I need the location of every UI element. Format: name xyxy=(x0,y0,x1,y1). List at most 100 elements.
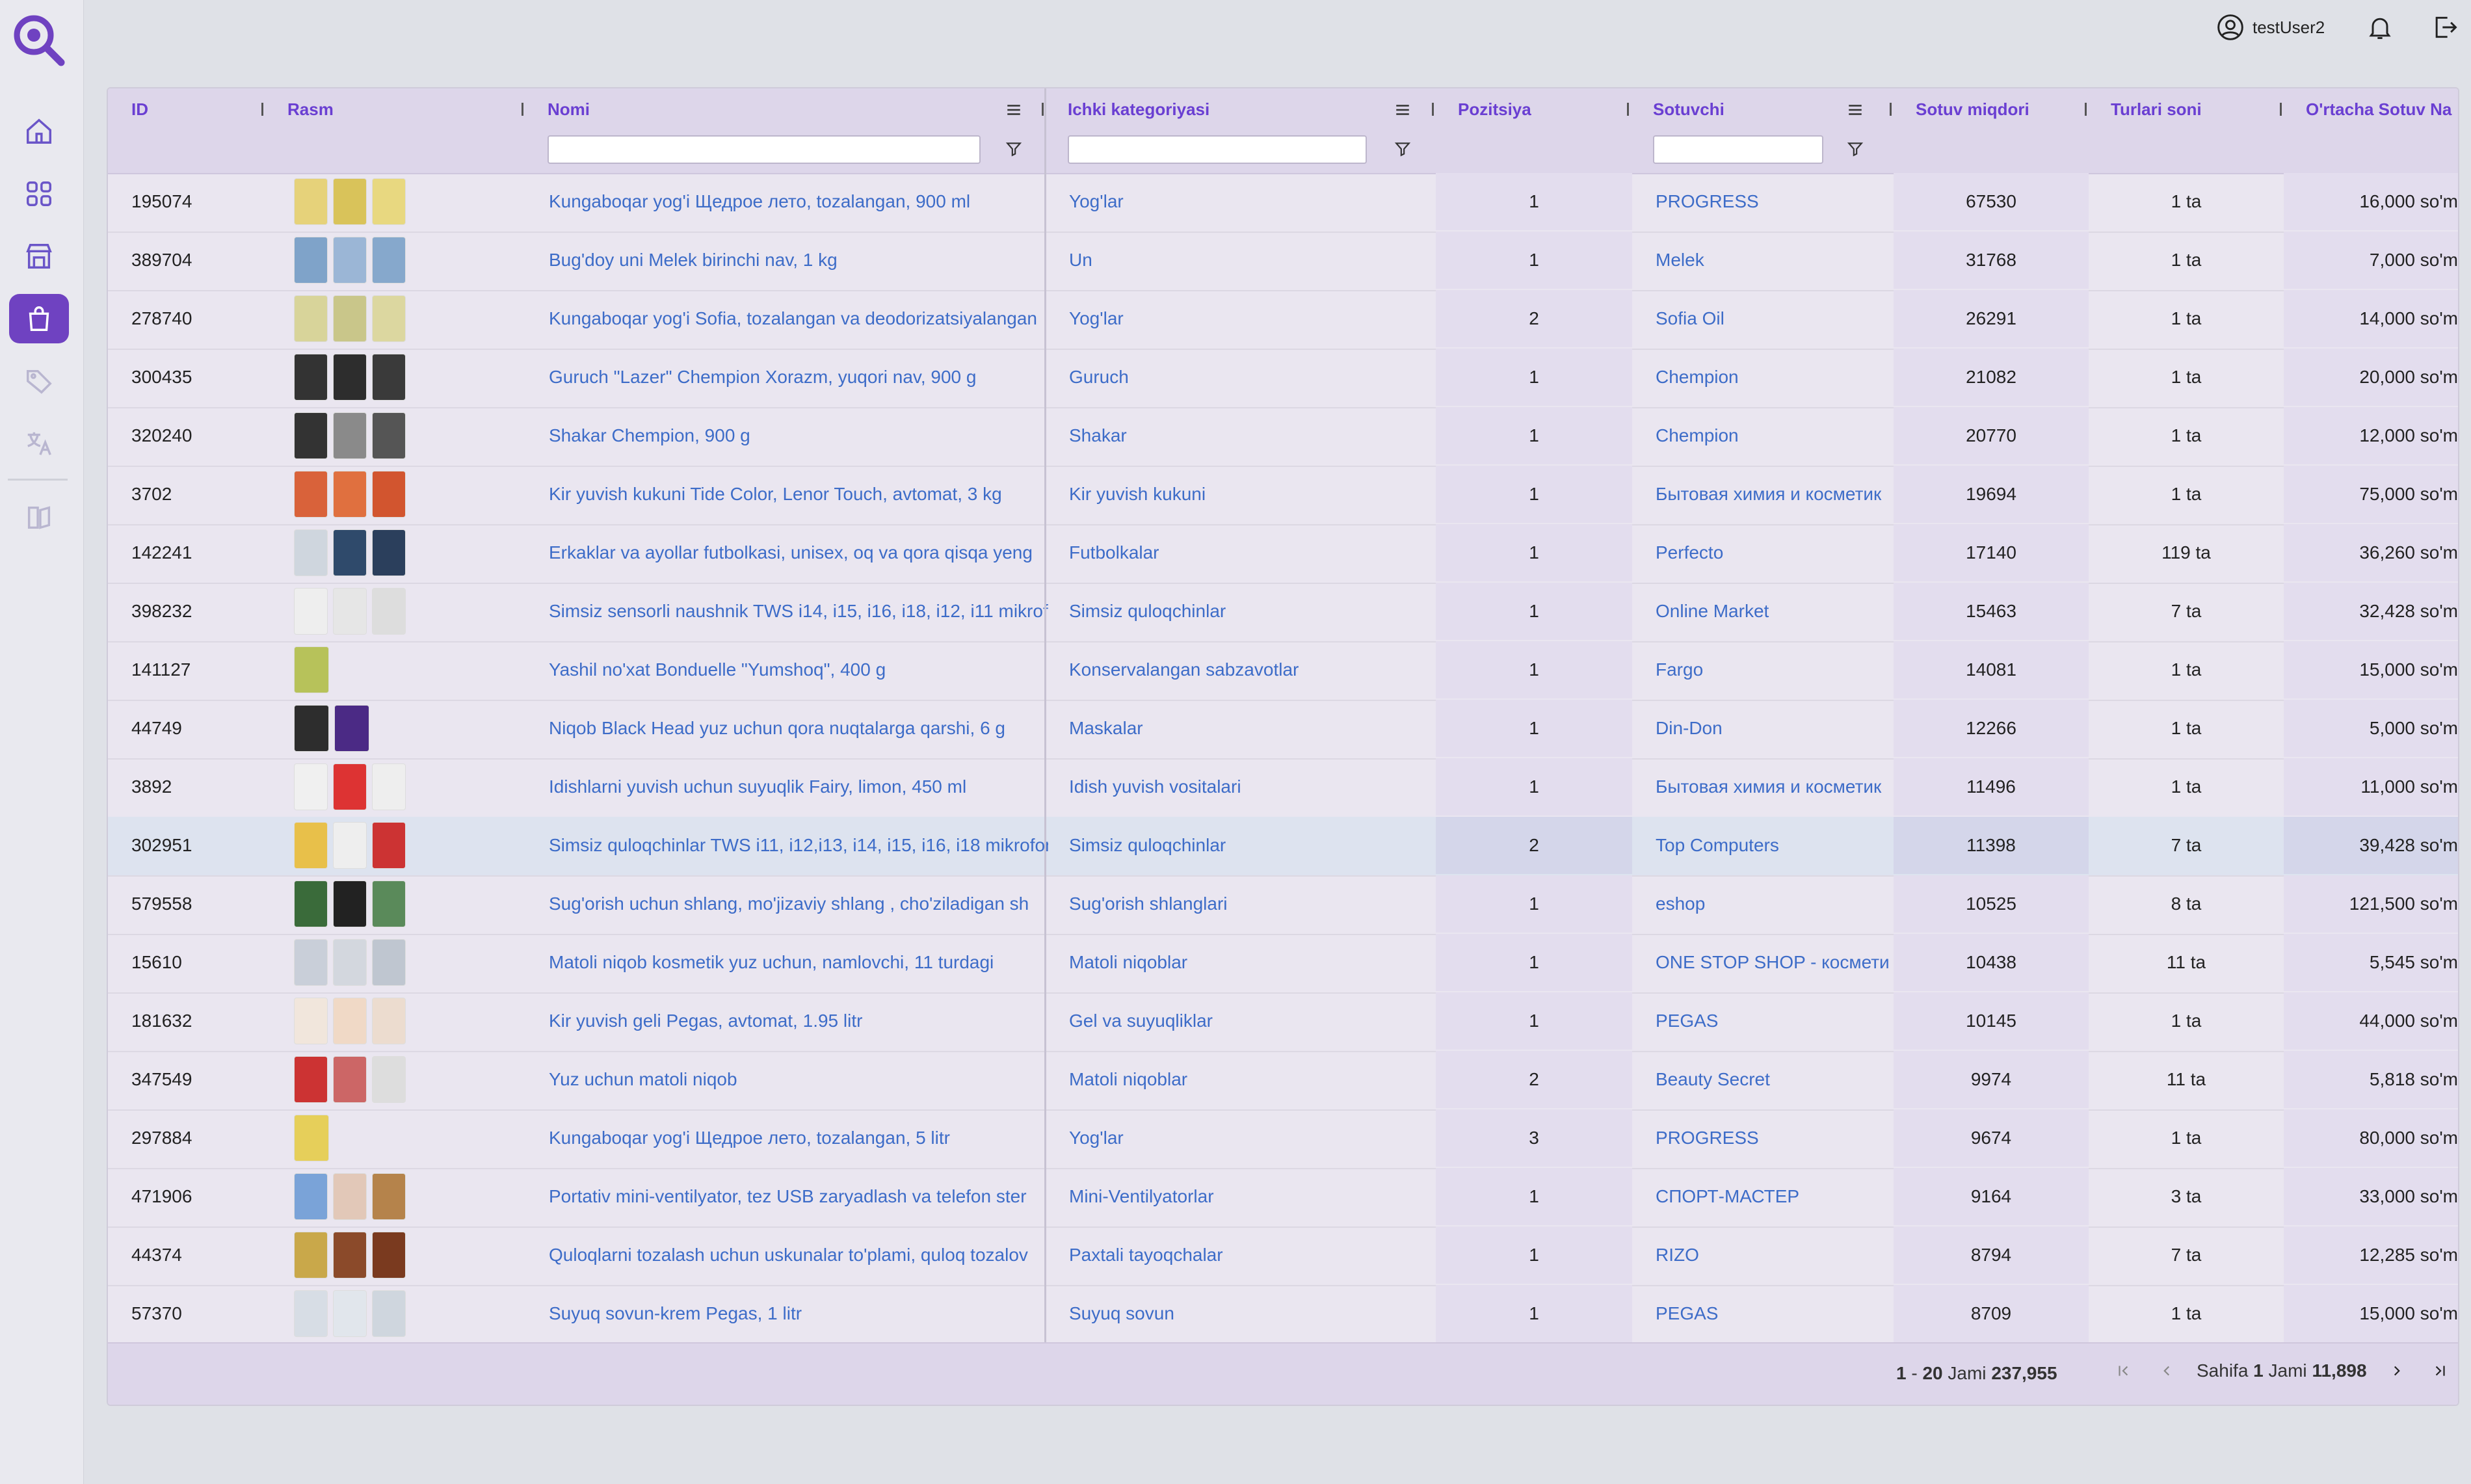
cell-category[interactable]: Konservalangan sabzavotlar xyxy=(1069,641,1440,698)
menu-icon[interactable] xyxy=(1394,101,1411,122)
product-thumbnail[interactable] xyxy=(333,237,367,284)
product-thumbnail[interactable] xyxy=(333,471,367,518)
bell-icon[interactable] xyxy=(2366,13,2394,45)
product-thumbnail[interactable] xyxy=(372,529,406,576)
table-row[interactable]: 347549 Yuz uchun matoli niqob Matoli niqob… xyxy=(108,1051,2458,1111)
product-thumbnail[interactable] xyxy=(294,471,328,518)
cell-seller[interactable]: PEGAS xyxy=(1632,1285,1894,1342)
product-thumbnail[interactable] xyxy=(294,822,328,869)
column-resize-handle[interactable] xyxy=(1042,103,1044,116)
product-thumbnail[interactable] xyxy=(294,998,328,1044)
cell-seller[interactable]: eshop xyxy=(1632,875,1894,933)
cell-seller[interactable]: PEGAS xyxy=(1632,992,1894,1050)
table-row[interactable]: 398232 Simsiz sensorli naushnik TWS i14, … xyxy=(108,583,2458,643)
header-ortacha[interactable]: O'rtacha Sotuv Na xyxy=(2282,88,2458,130)
cell-name[interactable]: Shakar Chempion, 900 g xyxy=(549,407,1048,464)
product-thumbnail[interactable] xyxy=(333,822,367,869)
product-thumbnail[interactable] xyxy=(333,588,367,635)
cell-category[interactable]: Simsiz quloqchinlar xyxy=(1069,817,1440,874)
table-row[interactable]: 297884 Kungaboqar yog'i Щедрое лето, toza… xyxy=(108,1109,2458,1169)
name-filter-input[interactable] xyxy=(548,135,981,164)
product-thumbnail[interactable] xyxy=(372,237,406,284)
product-thumbnail[interactable] xyxy=(372,1173,406,1220)
product-thumbnail[interactable] xyxy=(333,939,367,986)
cell-seller[interactable]: Online Market xyxy=(1632,583,1894,640)
cell-category[interactable]: Futbolkalar xyxy=(1069,524,1440,581)
cell-seller[interactable]: Fargo xyxy=(1632,641,1894,698)
product-thumbnail[interactable] xyxy=(372,588,406,635)
product-thumbnail[interactable] xyxy=(333,178,367,225)
user-menu[interactable]: testUser2 xyxy=(2216,12,2325,43)
product-thumbnail[interactable] xyxy=(333,412,367,459)
header-pozitsiya[interactable]: Pozitsiya xyxy=(1434,88,1630,130)
logo-search-icon[interactable] xyxy=(8,9,66,68)
cell-category[interactable]: Idish yuvish vositalari xyxy=(1069,758,1440,815)
product-thumbnail[interactable] xyxy=(294,939,328,986)
table-row[interactable]: 142241 Erkaklar va ayollar futbolkasi, un… xyxy=(108,524,2458,584)
table-row[interactable]: 57370 Suyuq sovun-krem Pegas, 1 litr Suyuq… xyxy=(108,1285,2458,1345)
book-icon[interactable] xyxy=(9,493,69,542)
filter-icon[interactable] xyxy=(1005,140,1022,161)
product-thumbnail[interactable] xyxy=(334,705,369,752)
cell-name[interactable]: Simsiz sensorli naushnik TWS i14, i15, i… xyxy=(549,583,1048,640)
product-thumbnail[interactable] xyxy=(333,295,367,342)
store-icon[interactable] xyxy=(9,232,69,281)
product-thumbnail[interactable] xyxy=(294,1290,328,1337)
menu-icon[interactable] xyxy=(1005,101,1022,122)
product-thumbnail[interactable] xyxy=(294,529,328,576)
product-thumbnail[interactable] xyxy=(294,705,329,752)
product-thumbnail[interactable] xyxy=(372,295,406,342)
filter-icon[interactable] xyxy=(1847,140,1864,161)
column-resize-handle[interactable] xyxy=(1627,103,1629,116)
cell-name[interactable]: Kir yuvish kukuni Tide Color, Lenor Touc… xyxy=(549,466,1048,523)
tag-icon[interactable] xyxy=(9,356,69,406)
header-sotuv-miqdori[interactable]: Sotuv miqdori xyxy=(1892,88,2087,130)
product-thumbnail[interactable] xyxy=(294,1115,329,1161)
seller-filter-input[interactable] xyxy=(1653,135,1823,164)
cell-name[interactable]: Quloqlarni tozalash uchun uskunalar to'p… xyxy=(549,1226,1048,1284)
cell-category[interactable]: Mini-Ventilyatorlar xyxy=(1069,1168,1440,1225)
cell-seller[interactable]: RIZO xyxy=(1632,1226,1894,1284)
product-thumbnail[interactable] xyxy=(333,763,367,810)
header-nomi[interactable]: Nomi xyxy=(524,88,888,130)
table-row[interactable]: 471906 Portativ mini-ventilyator, tez USB… xyxy=(108,1168,2458,1228)
home-icon[interactable] xyxy=(9,107,69,156)
product-thumbnail[interactable] xyxy=(294,237,328,284)
product-thumbnail[interactable] xyxy=(372,1056,406,1103)
table-row[interactable]: 15610 Matoli niqob kosmetik yuz uchun, na… xyxy=(108,934,2458,994)
cell-seller[interactable]: СПОРТ-МАСТЕР xyxy=(1632,1168,1894,1225)
product-thumbnail[interactable] xyxy=(333,1232,367,1279)
cell-name[interactable]: Niqob Black Head yuz uchun qora nuqtalar… xyxy=(549,700,1048,757)
product-thumbnail[interactable] xyxy=(333,529,367,576)
product-thumbnail[interactable] xyxy=(294,1232,328,1279)
cell-seller[interactable]: Beauty Secret xyxy=(1632,1051,1894,1108)
cell-category[interactable]: Yog'lar xyxy=(1069,1109,1440,1167)
product-thumbnail[interactable] xyxy=(333,881,367,927)
table-row[interactable]: 302951 Simsiz quloqchinlar TWS i11, i12,i… xyxy=(108,817,2458,877)
product-thumbnail[interactable] xyxy=(372,998,406,1044)
product-thumbnail[interactable] xyxy=(294,295,328,342)
header-turlari-soni[interactable]: Turlari soni xyxy=(2087,88,2282,130)
product-thumbnail[interactable] xyxy=(333,1056,367,1103)
column-resize-handle[interactable] xyxy=(261,103,263,116)
product-thumbnail[interactable] xyxy=(294,763,328,810)
cell-category[interactable]: Yog'lar xyxy=(1069,290,1440,347)
product-thumbnail[interactable] xyxy=(372,822,406,869)
cell-seller[interactable]: Chempion xyxy=(1632,407,1894,464)
product-thumbnail[interactable] xyxy=(294,412,328,459)
menu-icon[interactable] xyxy=(1847,101,1864,122)
cell-category[interactable]: Sug'orish shlanglari xyxy=(1069,875,1440,933)
table-row[interactable]: 195074 Kungaboqar yog'i Щедрое лето, toza… xyxy=(108,173,2458,233)
product-thumbnail[interactable] xyxy=(372,1290,406,1337)
cell-name[interactable]: Portativ mini-ventilyator, tez USB zarya… xyxy=(549,1168,1048,1225)
cell-category[interactable]: Simsiz quloqchinlar xyxy=(1069,583,1440,640)
product-thumbnail[interactable] xyxy=(294,1056,328,1103)
cell-name[interactable]: Yashil no'xat Bonduelle "Yumshoq", 400 g xyxy=(549,641,1048,698)
cell-category[interactable]: Paxtali tayoqchalar xyxy=(1069,1226,1440,1284)
cell-name[interactable]: Yuz uchun matoli niqob xyxy=(549,1051,1048,1108)
category-filter-input[interactable] xyxy=(1068,135,1367,164)
product-thumbnail[interactable] xyxy=(294,354,328,401)
cell-name[interactable]: Kungaboqar yog'i Щедрое лето, tozalangan… xyxy=(549,1109,1048,1167)
product-thumbnail[interactable] xyxy=(294,1173,328,1220)
cell-category[interactable]: Shakar xyxy=(1069,407,1440,464)
